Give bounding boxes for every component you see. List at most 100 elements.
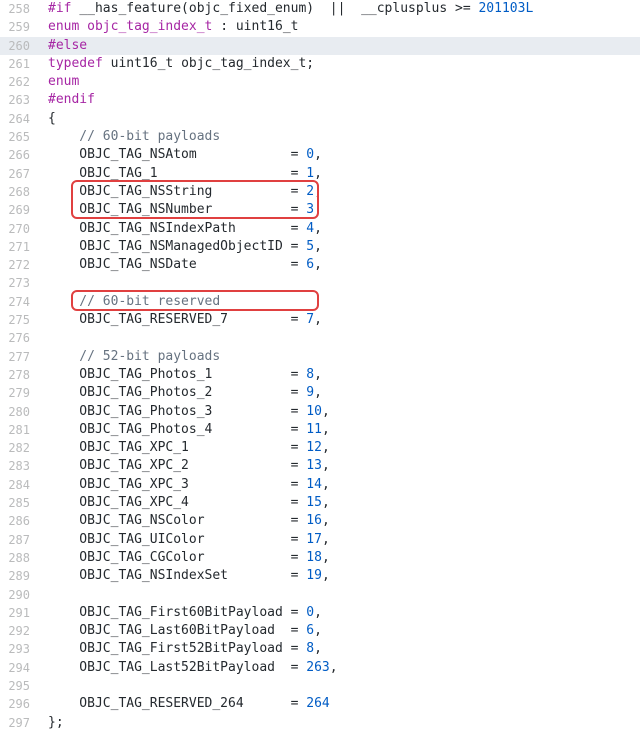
code-line: 258#if __has_feature(objc_fixed_enum) ||… (0, 0, 640, 18)
line-number: 259 (0, 18, 40, 36)
code-line: 259enum objc_tag_index_t : uint16_t (0, 18, 640, 36)
token: 7 (306, 312, 314, 327)
line-number: 280 (0, 403, 40, 421)
token: OBJC_TAG_NSIndexPath = (48, 221, 306, 236)
code-content: typedef uint16_t objc_tag_index_t; (40, 55, 314, 73)
token: OBJC_TAG_Photos_1 = (48, 367, 306, 382)
code-line: 267 OBJC_TAG_1 = 1, (0, 165, 640, 183)
line-number: 284 (0, 476, 40, 494)
line-number: 288 (0, 549, 40, 567)
token: OBJC_TAG_XPC_1 = (48, 440, 306, 455)
code-content: OBJC_TAG_Last60BitPayload = 6, (40, 622, 322, 640)
token: 19 (306, 568, 322, 583)
line-number: 295 (0, 677, 40, 695)
code-content: OBJC_TAG_Photos_4 = 11, (40, 421, 330, 439)
code-line: 263#endif (0, 91, 640, 109)
code-line: 273 (0, 274, 640, 292)
code-content: OBJC_TAG_Photos_1 = 8, (40, 366, 322, 384)
code-line: 260#else (0, 37, 640, 55)
line-number: 277 (0, 348, 40, 366)
token: , (314, 166, 322, 181)
line-number: 270 (0, 220, 40, 238)
token: 9 (306, 385, 314, 400)
code-content: OBJC_TAG_XPC_1 = 12, (40, 439, 330, 457)
code-content: OBJC_TAG_RESERVED_7 = 7, (40, 311, 322, 329)
token: , (322, 440, 330, 455)
code-content: }; (40, 714, 64, 732)
code-line: 287 OBJC_TAG_UIColor = 17, (0, 531, 640, 549)
code-line: 293 OBJC_TAG_First52BitPayload = 8, (0, 640, 640, 658)
code-content: OBJC_TAG_First52BitPayload = 8, (40, 640, 322, 658)
token: , (322, 458, 330, 473)
token: , (322, 477, 330, 492)
code-content: { (40, 110, 56, 128)
line-number: 276 (0, 329, 40, 347)
line-number: 268 (0, 183, 40, 201)
line-number: 289 (0, 567, 40, 585)
token: 201103L (478, 1, 533, 16)
token: 264 (306, 696, 329, 711)
code-line: 285 OBJC_TAG_XPC_4 = 15, (0, 494, 640, 512)
token: OBJC_TAG_RESERVED_264 = (48, 696, 306, 711)
token: objc_tag_index_t (87, 19, 212, 34)
token: OBJC_TAG_Last60BitPayload = (48, 623, 306, 638)
token: OBJC_TAG_NSIndexSet = (48, 568, 306, 583)
token: OBJC_TAG_NSColor = (48, 513, 306, 528)
code-content: // 60-bit payloads (40, 128, 220, 146)
token: 12 (306, 440, 322, 455)
line-number: 290 (0, 586, 40, 604)
token: __has_feature(objc_fixed_enum) || __cplu… (79, 1, 478, 16)
code-line: 262enum (0, 73, 640, 91)
token: , (314, 605, 322, 620)
token: 13 (306, 458, 322, 473)
code-content: enum objc_tag_index_t : uint16_t (40, 18, 298, 36)
token: // 60-bit payloads (48, 129, 220, 144)
token: }; (48, 715, 64, 730)
code-content: OBJC_TAG_XPC_2 = 13, (40, 457, 330, 475)
token: // 52-bit payloads (48, 349, 220, 364)
code-content: OBJC_TAG_NSIndexSet = 19, (40, 567, 330, 585)
line-number: 279 (0, 384, 40, 402)
line-number: 282 (0, 439, 40, 457)
line-number: 267 (0, 165, 40, 183)
line-number: 296 (0, 695, 40, 713)
code-line: 274 // 60-bit reserved (0, 293, 640, 311)
code-content: OBJC_TAG_NSManagedObjectID = 5, (40, 238, 322, 256)
token: 16 (306, 513, 322, 528)
token: OBJC_TAG_NSDate = (48, 257, 306, 272)
token: , (314, 623, 322, 638)
code-line: 280 OBJC_TAG_Photos_3 = 10, (0, 403, 640, 421)
code-line: 295 (0, 677, 640, 695)
line-number: 287 (0, 531, 40, 549)
token: uint16_t objc_tag_index_t; (111, 56, 315, 71)
line-number: 293 (0, 640, 40, 658)
token: , (330, 660, 338, 675)
code-content: OBJC_TAG_UIColor = 17, (40, 531, 330, 549)
code-line: 276 (0, 329, 640, 347)
token: OBJC_TAG_1 = (48, 166, 306, 181)
token: 17 (306, 532, 322, 547)
token: OBJC_TAG_Photos_3 = (48, 404, 306, 419)
code-line: 271 OBJC_TAG_NSManagedObjectID = 5, (0, 238, 640, 256)
line-number: 283 (0, 457, 40, 475)
code-line: 290 (0, 586, 640, 604)
code-content: // 52-bit payloads (40, 348, 220, 366)
line-number: 261 (0, 55, 40, 73)
token: 6 (306, 623, 314, 638)
code-line: 268 OBJC_TAG_NSString = 2, (0, 183, 640, 201)
token: 18 (306, 550, 322, 565)
code-lines: 258#if __has_feature(objc_fixed_enum) ||… (0, 0, 640, 732)
token: OBJC_TAG_NSAtom = (48, 147, 306, 162)
line-number: 294 (0, 659, 40, 677)
token: , (314, 202, 322, 217)
code-line: 286 OBJC_TAG_NSColor = 16, (0, 512, 640, 530)
token: OBJC_TAG_XPC_4 = (48, 495, 306, 510)
line-number: 285 (0, 494, 40, 512)
token: OBJC_TAG_NSManagedObjectID = (48, 239, 306, 254)
code-line: 294 OBJC_TAG_Last52BitPayload = 263, (0, 659, 640, 677)
token: , (314, 239, 322, 254)
code-content: #endif (40, 91, 95, 109)
line-number: 281 (0, 421, 40, 439)
token: OBJC_TAG_NSString = (48, 184, 306, 199)
code-content: OBJC_TAG_Photos_2 = 9, (40, 384, 322, 402)
